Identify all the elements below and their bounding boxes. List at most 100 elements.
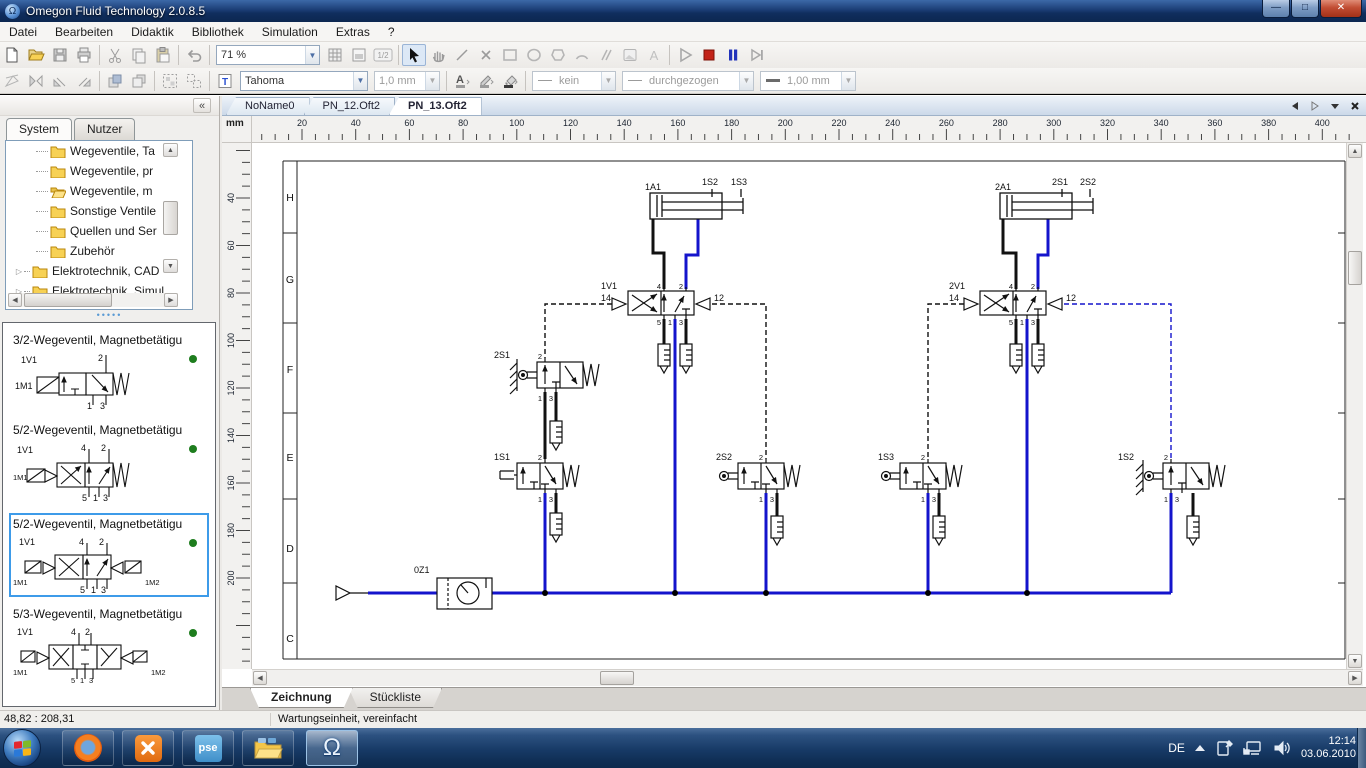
tab-scroll-left-icon[interactable] [1288, 99, 1302, 113]
line-style-combobox[interactable]: durchgezogen▼ [622, 71, 754, 91]
print-button[interactable] [72, 44, 96, 66]
taskbar-pse-button[interactable]: pse [182, 730, 234, 766]
send-to-back-button[interactable] [127, 70, 151, 92]
menu-bibliothek[interactable]: Bibliothek [183, 23, 253, 41]
paste-button[interactable] [151, 44, 175, 66]
line-width-combobox[interactable]: 1,00 mm▼ [760, 71, 856, 91]
scroll-left-icon[interactable]: ◀ [253, 671, 267, 685]
simulation-stop-button[interactable] [697, 44, 721, 66]
start-button[interactable] [3, 729, 41, 767]
copy-button[interactable] [127, 44, 151, 66]
expander-icon[interactable]: ▷ [14, 267, 24, 276]
table-button[interactable] [323, 44, 347, 66]
text-tool[interactable]: A [642, 44, 666, 66]
chevron-down-icon[interactable]: ▼ [841, 72, 855, 90]
preview-item-5-2-wegeventil-single[interactable]: 5/2-Wegeventil, Magnetbetätigu [9, 419, 209, 507]
minimize-button[interactable]: — [1262, 0, 1290, 18]
font-combobox[interactable]: Tahoma▼ [240, 71, 368, 91]
open-file-button[interactable] [24, 44, 48, 66]
simulation-pause-button[interactable] [721, 44, 745, 66]
taskbar-xampp-button[interactable] [122, 730, 174, 766]
show-desktop-button[interactable] [1357, 728, 1366, 768]
maximize-button[interactable]: □ [1291, 0, 1319, 18]
polygon-tool[interactable] [546, 44, 570, 66]
menu-help[interactable]: ? [379, 23, 404, 41]
tree-vertical-scrollbar[interactable]: ▲ ▼ [163, 143, 178, 289]
font-color-button[interactable]: A [450, 70, 474, 92]
tab-list-icon[interactable] [1328, 99, 1342, 113]
close-button[interactable]: ✕ [1320, 0, 1362, 18]
undo-button[interactable] [182, 44, 206, 66]
menu-datei[interactable]: Datei [0, 23, 46, 41]
scroll-left-icon[interactable]: ◀ [8, 293, 22, 307]
font-size-combobox[interactable]: 1,0 mm▼ [374, 71, 440, 91]
doc-tab-noname0[interactable]: NoName0 [226, 97, 310, 115]
drawing-canvas[interactable]: 1A11S21S32A12S12S21V114122V1141242513425… [252, 143, 1346, 669]
tab-close-icon[interactable] [1348, 99, 1362, 113]
menu-didaktik[interactable]: Didaktik [122, 23, 183, 41]
menu-simulation[interactable]: Simulation [253, 23, 327, 41]
scrollbar-thumb[interactable] [163, 201, 178, 235]
chevron-down-icon[interactable]: ▼ [601, 72, 615, 90]
scrollbar-thumb[interactable] [1348, 251, 1362, 285]
taskbar-firefox-button[interactable] [62, 730, 114, 766]
scroll-down-icon[interactable]: ▼ [1348, 654, 1362, 668]
pan-hand-tool[interactable] [426, 44, 450, 66]
tree-horizontal-scrollbar[interactable]: ◀ ▶ [8, 293, 178, 307]
menu-bearbeiten[interactable]: Bearbeiten [46, 23, 122, 41]
clock[interactable]: 12:14 03.06.2010 [1301, 735, 1356, 761]
taskbar-omegon-button[interactable]: Ω [306, 730, 358, 766]
zoom-combobox[interactable]: 71 %▼ [216, 45, 320, 65]
cut-button[interactable] [103, 44, 127, 66]
chevron-down-icon[interactable]: ▼ [305, 46, 319, 64]
doc-tab-pn12[interactable]: PN_12.Oft2 [304, 97, 395, 115]
volume-icon[interactable] [1273, 740, 1291, 756]
simulation-start-button[interactable] [673, 44, 697, 66]
scroll-up-icon[interactable]: ▲ [1348, 144, 1362, 158]
flip-horizontal-button[interactable] [24, 70, 48, 92]
ellipse-tool[interactable] [522, 44, 546, 66]
new-document-button[interactable] [0, 44, 24, 66]
group-button[interactable] [158, 70, 182, 92]
tab-stueckliste[interactable]: Stückliste [349, 688, 442, 708]
save-button[interactable] [48, 44, 72, 66]
taskbar-explorer-button[interactable] [242, 730, 294, 766]
show-hidden-icons-icon[interactable] [1195, 745, 1205, 751]
chevron-down-icon[interactable]: ▼ [353, 72, 367, 90]
line-tool[interactable] [450, 44, 474, 66]
scroll-right-icon[interactable]: ▶ [164, 293, 178, 307]
rotate-right-button[interactable] [72, 70, 96, 92]
scrollbar-thumb[interactable] [600, 671, 634, 685]
doc-tab-pn13[interactable]: PN_13.Oft2 [389, 97, 482, 115]
tab-system[interactable]: System [6, 118, 72, 140]
safely-remove-icon[interactable] [1215, 739, 1233, 757]
menu-extras[interactable]: Extras [327, 23, 379, 41]
arc-tool[interactable] [570, 44, 594, 66]
tab-zeichnung[interactable]: Zeichnung [250, 688, 353, 708]
delete-tool[interactable] [474, 44, 498, 66]
canvas-vertical-scrollbar[interactable]: ▲ ▼ [1346, 143, 1363, 669]
tab-scroll-right-icon[interactable] [1308, 99, 1322, 113]
chevron-down-icon[interactable]: ▼ [739, 72, 753, 90]
select-pointer-tool[interactable] [402, 44, 426, 66]
preview-item-3-2-wegeventil[interactable]: 3/2-Wegeventil, Magnetbetätigu [9, 329, 209, 413]
page-layout-button[interactable] [347, 44, 371, 66]
scale-half-button[interactable]: 1/2 [371, 44, 395, 66]
fill-color-button[interactable] [498, 70, 522, 92]
panel-splitter[interactable]: ••••• [0, 312, 219, 321]
ungroup-button[interactable] [182, 70, 206, 92]
scrollbar-thumb[interactable] [24, 293, 112, 307]
bring-to-front-button[interactable] [103, 70, 127, 92]
rectangle-tool[interactable] [498, 44, 522, 66]
collapse-panel-button[interactable]: « [193, 98, 211, 113]
fill-style-combobox[interactable]: kein▼ [532, 71, 616, 91]
canvas-horizontal-scrollbar[interactable]: ◀ ▶ [252, 669, 1363, 686]
parallel-lines-tool[interactable] [594, 44, 618, 66]
flip-vertical-button[interactable] [0, 70, 24, 92]
network-icon[interactable] [1243, 740, 1263, 756]
preview-item-5-2-wegeventil-double[interactable]: 5/2-Wegeventil, Magnetbetätigu [9, 513, 209, 597]
rotate-left-button[interactable] [48, 70, 72, 92]
line-color-button[interactable] [474, 70, 498, 92]
scroll-down-icon[interactable]: ▼ [163, 259, 178, 273]
insert-image-tool[interactable] [618, 44, 642, 66]
